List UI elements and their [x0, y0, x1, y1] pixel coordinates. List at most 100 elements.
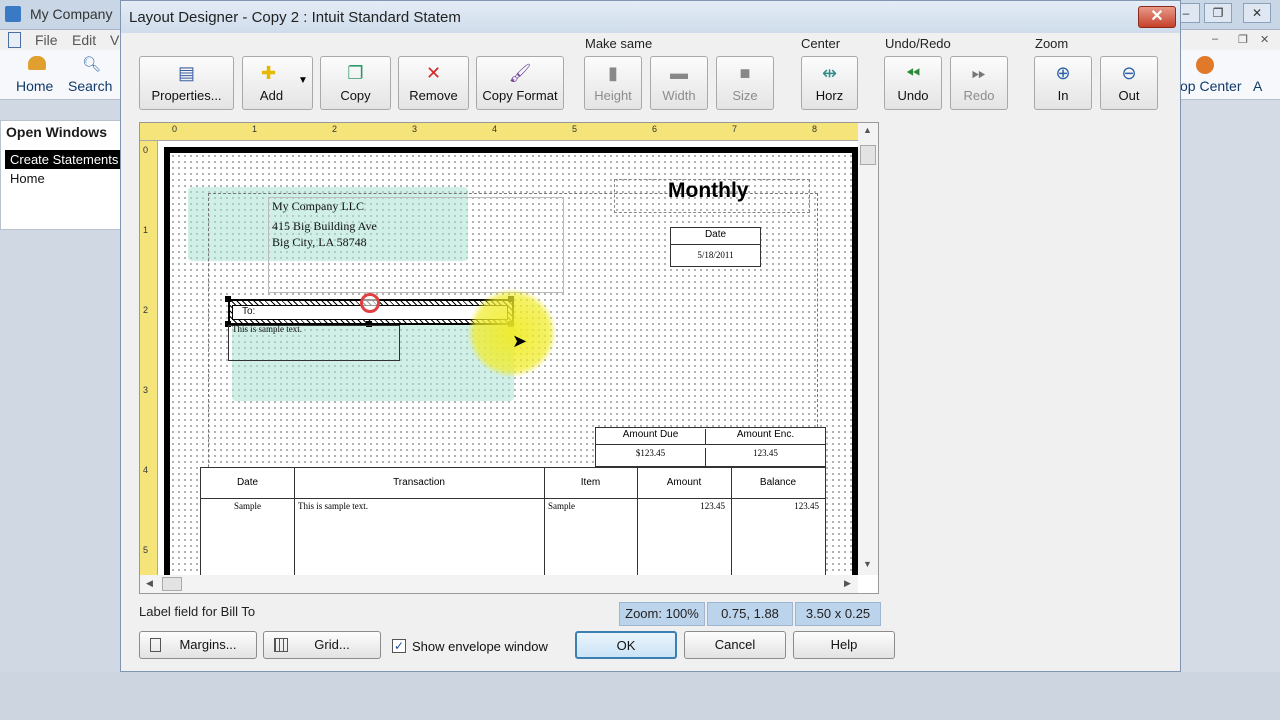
close-button[interactable]: ✕	[1138, 6, 1176, 28]
ruler-tick-label: 4	[143, 465, 149, 475]
column-header-transaction: Transaction	[393, 477, 445, 488]
mdi-restore[interactable]: ❐	[1238, 33, 1248, 46]
open-window-item-create-statements[interactable]: Create Statements	[5, 150, 125, 169]
amount-due-box[interactable]: Amount Due Amount Enc. $123.45 123.45	[595, 427, 826, 467]
row-date: Sample	[234, 501, 261, 511]
vertical-scrollbar[interactable]: ▲ ▼	[858, 123, 878, 575]
app-center-button[interactable]: op Center	[1180, 78, 1241, 94]
address-line-1[interactable]: 415 Big Building Ave	[272, 219, 377, 234]
dialog-title: Layout Designer - Copy 2 : Intuit Standa…	[129, 9, 461, 26]
height-icon: ▮	[608, 63, 618, 83]
layout-canvas[interactable]: 0 1 2 3 4 5 6 7 8 0 1 2 3 4 5 My Company LLC 415 Big …	[139, 122, 879, 594]
zoom-in-button[interactable]: ⊕ In	[1034, 56, 1092, 110]
scroll-down-arrow-icon[interactable]: ▼	[863, 559, 872, 569]
size-status: 3.50 x 0.25	[795, 602, 881, 626]
status-message: Label field for Bill To	[139, 604, 256, 619]
vertical-scroll-thumb[interactable]	[860, 145, 876, 165]
scroll-left-arrow-icon[interactable]: ◀	[146, 578, 153, 589]
ruler-tick-label: 1	[143, 225, 149, 235]
mouse-cursor-icon: ➤	[512, 331, 528, 351]
horizontal-scroll-thumb[interactable]	[162, 577, 182, 591]
address-line-2[interactable]: Big City, LA 58748	[272, 235, 367, 250]
size-button[interactable]: ■ Size	[716, 56, 774, 110]
undo-button[interactable]: ⏪︎ Undo	[884, 56, 942, 110]
mdi-minimize[interactable]: –	[1212, 33, 1218, 45]
statement-title[interactable]: Monthly	[668, 179, 748, 203]
height-button[interactable]: ▮ Height	[584, 56, 642, 110]
zoom-status: Zoom: 100%	[619, 602, 705, 626]
properties-button[interactable]: ▤ Properties...	[139, 56, 234, 110]
scroll-right-arrow-icon[interactable]: ▶	[844, 578, 851, 589]
add-button[interactable]: ✚ Add ▼	[242, 56, 313, 110]
ruler-tick-label: 3	[412, 124, 418, 134]
statement-page[interactable]: My Company LLC 415 Big Building Ave Big …	[164, 147, 858, 593]
row-amount: 123.45	[700, 501, 725, 511]
center-group-label: Center	[801, 36, 841, 51]
open-windows-heading: Open Windows	[6, 124, 107, 140]
undo-redo-group-label: Undo/Redo	[885, 36, 951, 51]
properties-icon: ▤	[177, 63, 195, 83]
company-name-field[interactable]: My Company LLC	[272, 199, 364, 214]
ok-button[interactable]: OK	[575, 631, 677, 659]
bg-close-button[interactable]: ✕	[1243, 3, 1271, 23]
row-balance: 123.45	[794, 501, 819, 511]
column-header-amount: Amount	[666, 477, 702, 488]
column-header-date: Date	[236, 477, 259, 488]
scroll-up-arrow-icon[interactable]: ▲	[863, 125, 872, 135]
bg-restore-button[interactable]: ❐	[1204, 3, 1232, 23]
width-icon: ▬	[670, 63, 688, 83]
bill-to-sample-text[interactable]: This is sample text.	[232, 324, 302, 334]
toolbar-overflow[interactable]: A	[1253, 78, 1262, 94]
cancel-button[interactable]: Cancel	[684, 631, 786, 659]
menu-view[interactable]: V	[110, 32, 119, 48]
remove-button[interactable]: ✕ Remove	[398, 56, 469, 110]
ruler-tick-label: 5	[572, 124, 578, 134]
zoom-out-button[interactable]: ⊖ Out	[1100, 56, 1158, 110]
horz-button[interactable]: ⇹ Horz	[801, 56, 858, 110]
show-envelope-label[interactable]: Show envelope window	[412, 639, 548, 654]
amount-enc-header: Amount Enc.	[706, 429, 825, 445]
menu-file[interactable]: File	[35, 32, 58, 48]
help-button[interactable]: Help	[793, 631, 895, 659]
open-window-item-home[interactable]: Home	[10, 171, 45, 186]
ruler-tick-label: 6	[652, 124, 658, 134]
menu-edit[interactable]: Edit	[72, 32, 96, 48]
ruler-tick-label: 0	[172, 124, 178, 134]
copy-button[interactable]: ❐ Copy	[320, 56, 391, 110]
grid-icon	[274, 638, 288, 652]
ruler-tick-label: 5	[143, 545, 149, 555]
copy-format-button[interactable]: 🖌︎ Copy Format	[476, 56, 564, 110]
add-dropdown-arrow-icon[interactable]: ▼	[298, 75, 308, 86]
transaction-table[interactable]: Date Transaction Item Amount Balance Sam…	[200, 467, 826, 588]
column-header-balance: Balance	[759, 477, 797, 488]
center-horizontal-icon: ⇹	[821, 63, 838, 83]
ruler-tick-label: 7	[732, 124, 738, 134]
horizontal-scrollbar[interactable]: ◀ ▶	[140, 575, 858, 593]
amount-due-value: $123.45	[596, 448, 706, 466]
ruler-tick-label: 4	[492, 124, 498, 134]
selection-handle[interactable]	[225, 296, 231, 302]
background-bottom	[0, 672, 1280, 720]
date-box[interactable]: Date 5/18/2011	[670, 227, 761, 267]
home-button[interactable]: Home	[16, 78, 53, 94]
mdi-close[interactable]: ✕	[1260, 33, 1269, 46]
margins-button[interactable]: Margins...	[139, 631, 257, 659]
search-button[interactable]: Search	[68, 78, 112, 94]
ruler-tick-label: 2	[332, 124, 338, 134]
make-same-group-label: Make same	[585, 36, 653, 51]
zoom-in-icon: ⊕	[1055, 63, 1071, 83]
size-icon: ■	[739, 63, 751, 83]
row-transaction: This is sample text.	[298, 501, 368, 511]
width-button[interactable]: ▬ Width	[650, 56, 708, 110]
date-value: 5/18/2011	[697, 250, 734, 260]
margins-icon	[150, 638, 161, 652]
copy-icon: ❐	[347, 63, 364, 83]
app-icon	[5, 6, 21, 22]
zoom-out-icon: ⊖	[1121, 63, 1137, 83]
redo-button[interactable]: ⏩︎ Redo	[950, 56, 1008, 110]
grid-button[interactable]: Grid...	[263, 631, 381, 659]
layout-designer-dialog: Layout Designer - Copy 2 : Intuit Standa…	[120, 0, 1181, 672]
show-envelope-checkbox[interactable]: ✓	[392, 639, 406, 653]
amount-enc-value: 123.45	[753, 448, 778, 458]
to-label: To:	[242, 306, 256, 317]
